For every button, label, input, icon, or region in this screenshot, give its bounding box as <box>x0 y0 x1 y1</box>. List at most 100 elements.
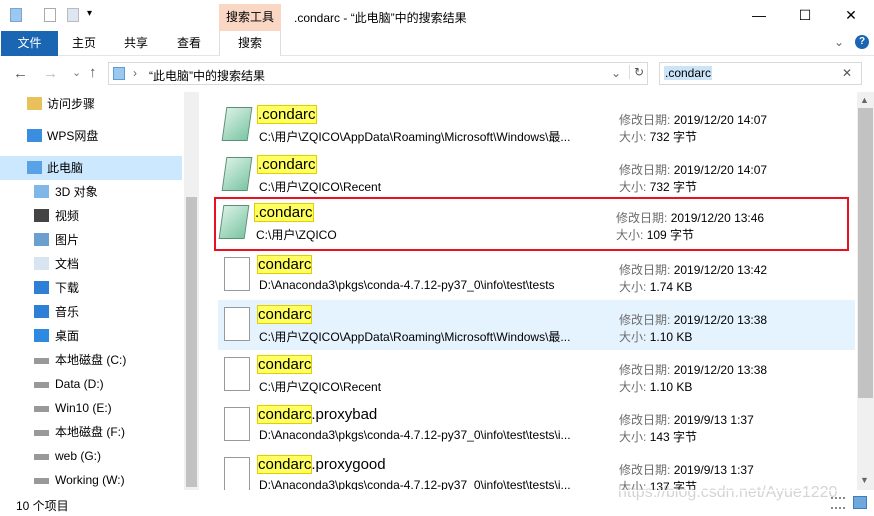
result-item[interactable]: condarc.proxybad D:\Anaconda3\pkgs\conda… <box>218 400 855 450</box>
forward-button[interactable]: → <box>43 65 58 82</box>
name-rest: .proxybad <box>311 406 378 423</box>
size-label: 大小: <box>616 228 644 242</box>
large-icons-view-icon[interactable] <box>853 496 867 509</box>
breadcrumb-separator[interactable]: › <box>133 66 137 80</box>
result-item[interactable]: .condarc C:\用户\ZQICO 修改日期: 2019/12/20 13… <box>214 197 849 251</box>
nav-item[interactable]: 此电脑 <box>0 156 182 180</box>
result-item[interactable]: condarc C:\用户\ZQICO\AppData\Roaming\Micr… <box>218 300 855 350</box>
nav-item[interactable]: 桌面 <box>0 324 182 348</box>
new-folder-icon[interactable] <box>67 8 79 22</box>
maximize-button[interactable]: ☐ <box>782 0 828 31</box>
file-name: .condarc <box>257 155 317 174</box>
notepad-icon <box>218 205 250 239</box>
drive-icon <box>34 358 49 364</box>
computer-icon <box>27 161 42 174</box>
size-label: 大小: <box>619 380 647 394</box>
file-size: 大小: 109 字节 <box>616 226 694 243</box>
modified-date: 修改日期: 2019/12/20 14:07 <box>619 111 767 128</box>
up-button[interactable]: ↑ <box>89 64 97 81</box>
search-input[interactable]: .condarc <box>664 66 713 80</box>
file-size: 大小: 1.10 KB <box>619 378 692 395</box>
modified-date: 修改日期: 2019/12/20 13:46 <box>616 209 764 226</box>
name-match-highlight: .condarc <box>257 105 317 124</box>
help-icon[interactable]: ? <box>855 35 869 49</box>
nav-item[interactable]: Data (D:) <box>0 372 182 396</box>
file-size: 大小: 143 字节 <box>619 428 697 445</box>
address-bar[interactable]: › “此电脑”中的搜索结果 ⌄ ↻ <box>108 62 648 85</box>
close-button[interactable]: ✕ <box>828 0 874 31</box>
tab-share[interactable]: 共享 <box>114 31 158 56</box>
date-value: 2019/9/13 1:37 <box>673 413 754 427</box>
nav-item[interactable]: web (G:) <box>0 444 182 468</box>
tab-search[interactable]: 搜索 <box>219 31 281 56</box>
nav-item[interactable]: 访问步骤 <box>0 92 182 116</box>
tab-home[interactable]: 主页 <box>62 31 106 56</box>
drive-icon <box>34 382 49 388</box>
clear-search-button[interactable]: ✕ <box>842 66 852 80</box>
file-size: 大小: 732 字节 <box>619 128 697 145</box>
nav-item-label: Working (W:) <box>55 473 125 487</box>
drive-icon <box>34 430 49 436</box>
file-icon <box>224 357 250 391</box>
properties-icon[interactable] <box>44 8 56 22</box>
cloud-icon <box>27 129 42 142</box>
date-label: 修改日期: <box>619 413 671 427</box>
result-item[interactable]: condarc C:\用户\ZQICO\Recent 修改日期: 2019/12… <box>218 350 855 400</box>
ribbon-tabs: 文件 主页 共享 查看 搜索 ⌄ ? <box>0 31 874 56</box>
results-scrollbar[interactable]: ▲ ▼ <box>857 92 874 490</box>
size-value: 143 字节 <box>649 430 698 444</box>
size-value: 732 字节 <box>649 130 698 144</box>
minimize-button[interactable]: — <box>736 0 782 31</box>
nav-item[interactable]: 文档 <box>0 252 182 276</box>
file-path: C:\用户\ZQICO <box>256 228 337 242</box>
result-item[interactable]: .condarc C:\用户\ZQICO\Recent 修改日期: 2019/1… <box>218 150 855 200</box>
modified-date: 修改日期: 2019/9/13 1:37 <box>619 461 754 478</box>
file-path: C:\用户\ZQICO\Recent <box>259 380 382 394</box>
nav-item[interactable]: 本地磁盘 (C:) <box>0 348 182 372</box>
name-match-highlight: condarc <box>256 455 313 474</box>
expand-ribbon-icon[interactable]: ⌄ <box>834 35 844 49</box>
search-box[interactable]: .condarc ✕ <box>659 62 862 85</box>
nav-item-label: web (G:) <box>55 449 102 463</box>
nav-item[interactable]: Win10 (E:) <box>0 396 182 420</box>
recent-locations-button[interactable]: ⌄ <box>72 66 81 79</box>
desktop-icon <box>34 329 49 342</box>
date-label: 修改日期: <box>619 263 671 277</box>
result-item[interactable]: condarc D:\Anaconda3\pkgs\conda-4.7.12-p… <box>218 250 855 300</box>
file-path: C:\用户\ZQICO\Recent <box>259 180 382 194</box>
nav-item-label: Data (D:) <box>55 377 104 391</box>
nav-item[interactable]: 下载 <box>0 276 182 300</box>
nav-item[interactable]: 音乐 <box>0 300 182 324</box>
file-size: 大小: 732 字节 <box>619 178 697 195</box>
size-label: 大小: <box>619 280 647 294</box>
date-value: 2019/9/13 1:37 <box>673 463 754 477</box>
nav-item-label: 本地磁盘 (C:) <box>55 353 127 367</box>
back-button[interactable]: ← <box>13 65 28 82</box>
name-match-highlight: condarc <box>256 405 313 424</box>
nav-item[interactable]: 3D 对象 <box>0 180 182 204</box>
window-title: .condarc - “此电脑”中的搜索结果 <box>294 11 467 25</box>
nav-item[interactable]: 图片 <box>0 228 182 252</box>
refresh-button[interactable]: ↻ <box>629 65 644 79</box>
breadcrumb[interactable]: “此电脑”中的搜索结果 <box>149 67 265 84</box>
nav-item[interactable]: Working (W:) <box>0 468 182 492</box>
tab-file[interactable]: 文件 <box>1 31 58 56</box>
tab-view[interactable]: 查看 <box>167 31 211 56</box>
folder-icon <box>27 97 42 110</box>
nav-item-label: 音乐 <box>55 305 80 319</box>
details-view-icon[interactable] <box>831 497 845 509</box>
nav-scrollbar[interactable] <box>184 92 199 490</box>
customize-toolbar-icon[interactable]: ▾ <box>87 8 92 19</box>
notepad-icon <box>221 157 253 191</box>
address-dropdown[interactable]: ⌄ <box>611 66 621 80</box>
nav-item-label: 下载 <box>55 281 80 295</box>
file-icon <box>224 257 250 291</box>
notepad-icon <box>221 107 253 141</box>
nav-item-label: 图片 <box>55 233 80 247</box>
nav-item[interactable]: 视频 <box>0 204 182 228</box>
date-value: 2019/12/20 13:38 <box>673 363 768 377</box>
result-item[interactable]: .condarc C:\用户\ZQICO\AppData\Roaming\Mic… <box>218 100 855 150</box>
nav-item[interactable]: 本地磁盘 (F:) <box>0 420 182 444</box>
item-count: 10 个项目 <box>16 499 69 513</box>
nav-item[interactable]: WPS网盘 <box>0 124 182 148</box>
